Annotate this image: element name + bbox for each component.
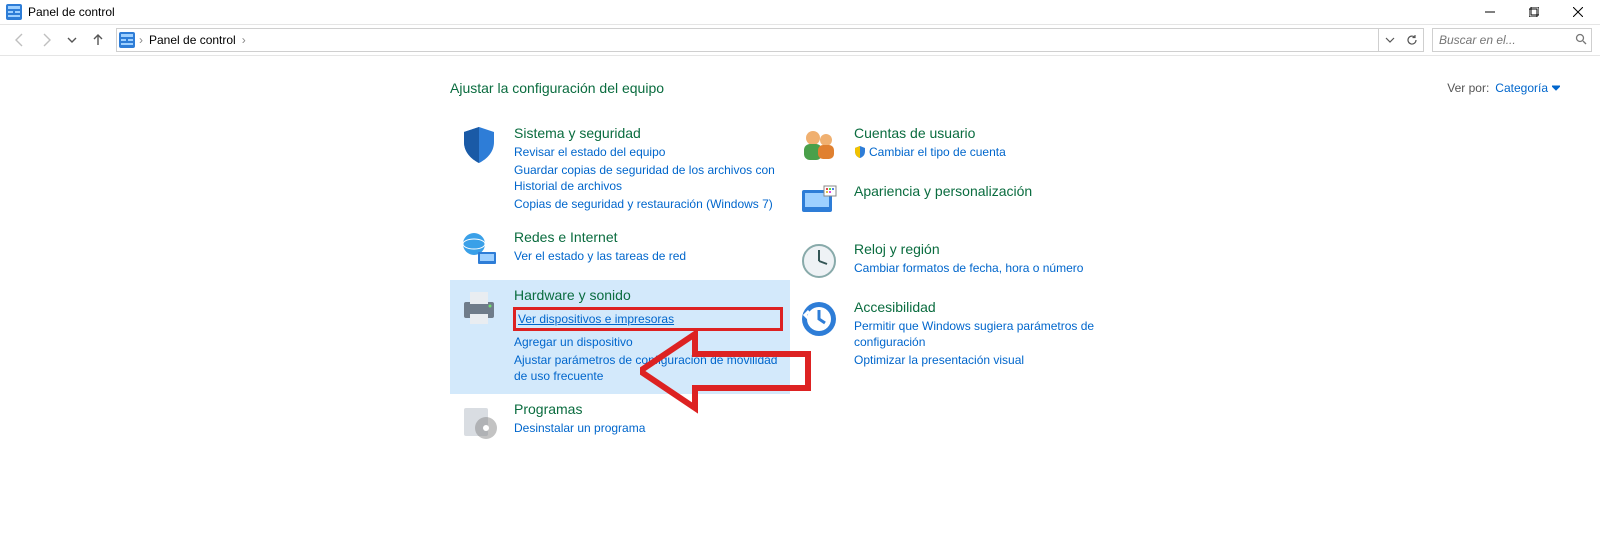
category-title[interactable]: Accesibilidad	[854, 298, 1122, 316]
globe-network-icon	[458, 228, 500, 270]
refresh-button[interactable]	[1401, 29, 1423, 51]
forward-button[interactable]	[34, 28, 58, 52]
category-link[interactable]: Guardar copias de seguridad de los archi…	[514, 162, 782, 194]
category-link[interactable]: Ajustar parámetros de configuración de m…	[514, 352, 782, 384]
page-heading: Ajustar la configuración del equipo	[450, 80, 1447, 96]
up-button[interactable]	[86, 28, 110, 52]
category-hardware-sound: Hardware y sonido Ver dispositivos e imp…	[450, 280, 790, 394]
category-link[interactable]: Ver el estado y las tareas de red	[514, 248, 686, 264]
category-link[interactable]: Revisar el estado del equipo	[514, 144, 782, 160]
category-link[interactable]: Cambiar el tipo de cuenta	[854, 144, 1006, 162]
close-button[interactable]	[1556, 0, 1600, 24]
category-link[interactable]: Optimizar la presentación visual	[854, 352, 1122, 368]
category-title[interactable]: Sistema y seguridad	[514, 124, 782, 142]
search-icon	[1575, 33, 1587, 48]
category-accessibility: Accesibilidad Permitir que Windows sugie…	[790, 292, 1130, 378]
programs-icon	[458, 400, 500, 442]
printer-icon	[458, 286, 500, 328]
category-title[interactable]: Redes e Internet	[514, 228, 686, 246]
view-by-value: Categoría	[1495, 81, 1548, 95]
breadcrumb-separator[interactable]: ›	[242, 33, 246, 47]
link-ver-dispositivos-impresoras[interactable]: Ver dispositivos e impresoras	[514, 308, 782, 330]
clock-icon	[798, 240, 840, 282]
control-panel-icon	[6, 4, 22, 20]
shield-icon	[458, 124, 500, 166]
category-title[interactable]: Hardware y sonido	[514, 286, 782, 304]
category-title[interactable]: Apariencia y personalización	[854, 182, 1032, 200]
view-by-label: Ver por:	[1447, 81, 1489, 95]
category-link[interactable]: Agregar un dispositivo	[514, 334, 782, 350]
search-box[interactable]	[1432, 28, 1592, 52]
breadcrumb-root[interactable]: Panel de control	[147, 33, 238, 47]
categories-right-column: Cuentas de usuario Cambiar el tipo de cu…	[790, 118, 1130, 452]
search-input[interactable]	[1437, 32, 1551, 48]
window-title: Panel de control	[28, 5, 115, 19]
category-link[interactable]: Permitir que Windows sugiera parámetros …	[854, 318, 1122, 350]
address-dropdown-button[interactable]	[1379, 29, 1401, 51]
minimize-button[interactable]	[1468, 0, 1512, 24]
back-button[interactable]	[8, 28, 32, 52]
category-programs: Programas Desinstalar un programa	[450, 394, 790, 452]
address-bar[interactable]: › Panel de control ›	[116, 28, 1424, 52]
window-controls	[1468, 0, 1600, 24]
maximize-button[interactable]	[1512, 0, 1556, 24]
category-link[interactable]: Cambiar formatos de fecha, hora o número	[854, 260, 1083, 276]
categories-left-column: Sistema y seguridad Revisar el estado de…	[450, 118, 790, 452]
recent-locations-button[interactable]	[60, 28, 84, 52]
monitor-appearance-icon	[798, 182, 840, 224]
navbar: › Panel de control ›	[0, 24, 1600, 56]
category-link-text: Cambiar el tipo de cuenta	[869, 145, 1006, 159]
control-panel-icon	[119, 32, 135, 48]
category-network-internet: Redes e Internet Ver el estado y las tar…	[450, 222, 790, 280]
category-title[interactable]: Programas	[514, 400, 645, 418]
breadcrumb-separator[interactable]: ›	[139, 33, 143, 47]
category-appearance: Apariencia y personalización	[790, 176, 1130, 234]
category-link[interactable]: Desinstalar un programa	[514, 420, 645, 436]
category-clock-region: Reloj y región Cambiar formatos de fecha…	[790, 234, 1130, 292]
content-area: Ajustar la configuración del equipo Ver …	[0, 56, 1600, 452]
category-title[interactable]: Reloj y región	[854, 240, 1083, 258]
accessibility-icon	[798, 298, 840, 340]
category-title[interactable]: Cuentas de usuario	[854, 124, 1006, 142]
view-by-dropdown[interactable]: Categoría	[1495, 81, 1560, 95]
users-icon	[798, 124, 840, 166]
category-system-security: Sistema y seguridad Revisar el estado de…	[450, 118, 790, 222]
category-user-accounts: Cuentas de usuario Cambiar el tipo de cu…	[790, 118, 1130, 176]
category-link[interactable]: Copias de seguridad y restauración (Wind…	[514, 196, 782, 212]
uac-shield-icon	[854, 146, 866, 162]
titlebar: Panel de control	[0, 0, 1600, 24]
